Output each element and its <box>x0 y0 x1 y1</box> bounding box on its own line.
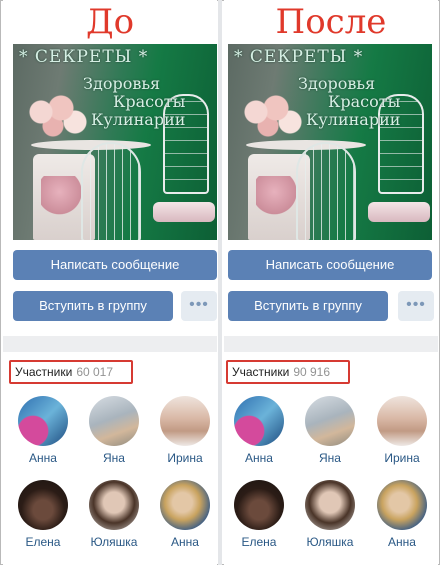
roses-decor <box>242 94 302 140</box>
members-label: Участники <box>15 365 73 379</box>
avatar <box>377 480 427 530</box>
cover-title: * СЕКРЕТЫ * <box>19 47 149 67</box>
member-item[interactable]: Анна <box>155 480 215 549</box>
after-label: После <box>275 2 387 42</box>
member-item[interactable]: Яна <box>300 396 360 465</box>
member-name: Елена <box>241 535 277 549</box>
join-group-button[interactable]: Вступить в группу <box>13 291 173 321</box>
member-name: Ирина <box>384 451 420 465</box>
roses-decor <box>27 94 87 140</box>
avatar <box>234 480 284 530</box>
member-name: Анна <box>29 451 57 465</box>
avatar <box>377 396 427 446</box>
member-item[interactable]: Елена <box>13 480 73 549</box>
cover-line-1: Здоровья <box>298 74 376 93</box>
avatar <box>18 480 68 530</box>
members-header[interactable]: Участники 60 017 <box>9 360 133 384</box>
member-item[interactable]: Юляшка <box>300 480 360 549</box>
send-message-button[interactable]: Написать сообщение <box>13 250 217 280</box>
member-item[interactable]: Яна <box>84 396 144 465</box>
avatar <box>18 396 68 446</box>
avatar <box>89 396 139 446</box>
birdcage-decor <box>296 142 356 240</box>
group-cover-image[interactable]: * СЕКРЕТЫ * Здоровья Красоты Кулинарии <box>13 44 217 240</box>
member-item[interactable]: Юляшка <box>84 480 144 549</box>
section-separator <box>224 336 438 352</box>
join-group-button[interactable]: Вступить в группу <box>228 291 388 321</box>
send-message-button[interactable]: Написать сообщение <box>228 250 432 280</box>
cover-title: * СЕКРЕТЫ * <box>234 47 364 67</box>
member-item[interactable]: Анна <box>229 396 289 465</box>
more-options-button[interactable]: ••• <box>181 291 217 321</box>
cushion-decor <box>153 202 215 222</box>
cover-line-1: Здоровья <box>83 74 161 93</box>
birdcage-decor <box>81 142 141 240</box>
member-name: Яна <box>103 451 125 465</box>
cover-line-2: Красоты <box>113 92 186 111</box>
cover-line-3: Кулинарии <box>306 110 401 129</box>
before-label: До <box>85 2 135 42</box>
more-options-button[interactable]: ••• <box>398 291 434 321</box>
member-item[interactable]: Ирина <box>155 396 215 465</box>
section-separator <box>3 336 217 352</box>
member-name: Анна <box>171 535 199 549</box>
member-item[interactable]: Елена <box>229 480 289 549</box>
member-name: Ирина <box>167 451 203 465</box>
member-name: Анна <box>245 451 273 465</box>
cushion-decor <box>368 202 430 222</box>
panel-after: После * СЕКРЕТЫ * Здоровья Красоты Кулин… <box>224 0 438 565</box>
avatar <box>305 396 355 446</box>
member-item[interactable]: Анна <box>372 480 432 549</box>
avatar <box>160 480 210 530</box>
member-name: Яна <box>319 451 341 465</box>
panel-before: До * СЕКРЕТЫ * Здоровья Красоты Кулинари… <box>3 0 217 565</box>
member-name: Юляшка <box>306 535 354 549</box>
member-item[interactable]: Анна <box>13 396 73 465</box>
panel-divider <box>218 0 222 565</box>
members-count: 90 916 <box>293 365 331 379</box>
members-count: 60 017 <box>76 365 114 379</box>
cover-line-2: Красоты <box>328 92 401 111</box>
member-name: Юляшка <box>90 535 138 549</box>
avatar <box>89 480 139 530</box>
avatar <box>234 396 284 446</box>
avatar <box>305 480 355 530</box>
members-label: Участники <box>232 365 290 379</box>
avatar <box>160 396 210 446</box>
group-cover-image[interactable]: * СЕКРЕТЫ * Здоровья Красоты Кулинарии <box>228 44 432 240</box>
member-item[interactable]: Ирина <box>372 396 432 465</box>
member-name: Анна <box>388 535 416 549</box>
members-header[interactable]: Участники 90 916 <box>226 360 350 384</box>
member-name: Елена <box>25 535 61 549</box>
cover-line-3: Кулинарии <box>91 110 186 129</box>
